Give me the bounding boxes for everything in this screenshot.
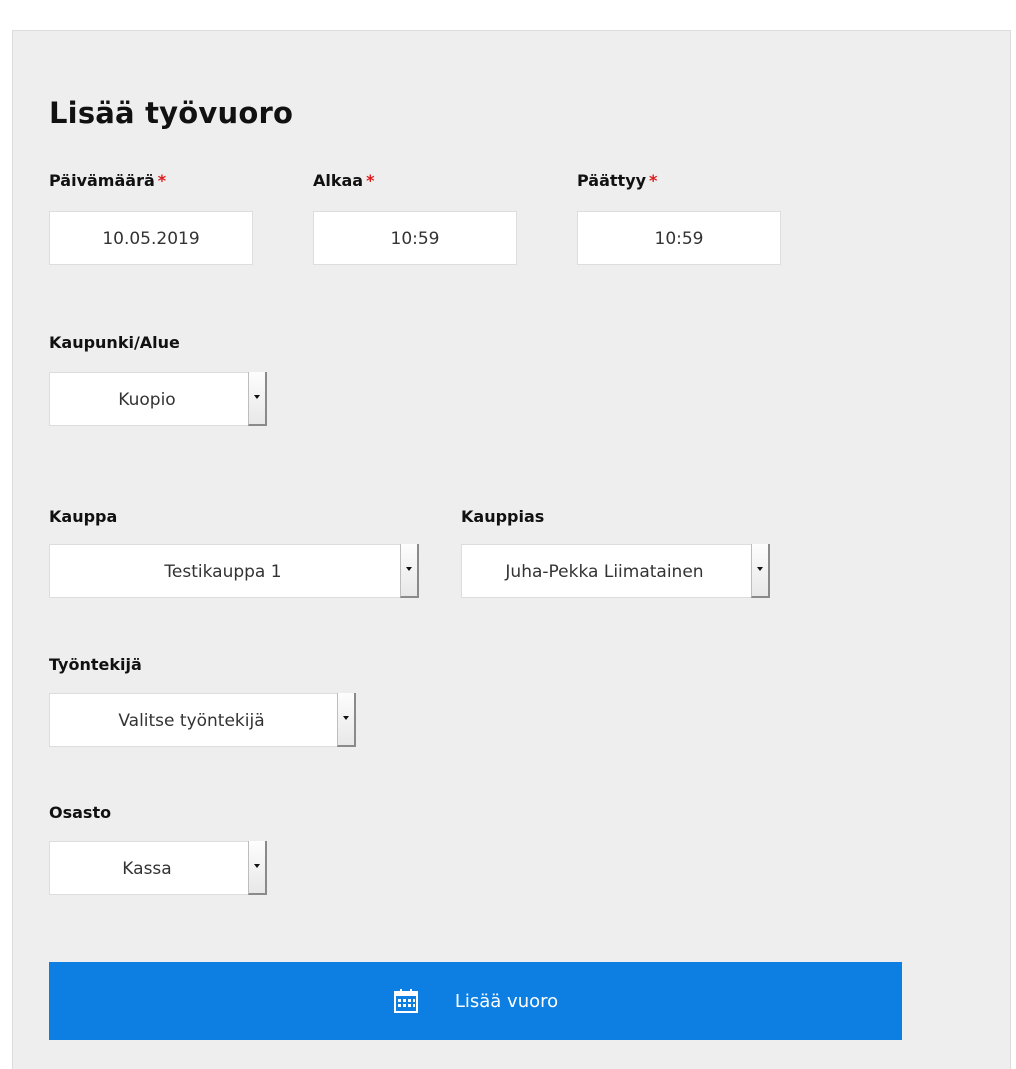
city-select-value: Kuopio	[118, 390, 176, 410]
chevron-down-icon	[406, 567, 412, 571]
form-title: Lisää työvuoro	[49, 96, 294, 130]
chevron-down-icon	[757, 567, 763, 571]
merchant-dropdown-button[interactable]	[751, 544, 770, 598]
end-time-label-text: Päättyy	[577, 171, 647, 190]
store-dropdown-button[interactable]	[400, 544, 419, 598]
required-marker: *	[366, 171, 375, 190]
required-marker: *	[157, 171, 167, 190]
city-select[interactable]: Kuopio	[49, 372, 267, 426]
employee-select-value: Valitse työntekijä	[118, 711, 265, 731]
chevron-down-icon	[254, 395, 260, 399]
end-time-input-value: 10:59	[654, 229, 704, 249]
end-time-input[interactable]: 10:59	[577, 211, 781, 265]
chevron-down-icon	[343, 716, 349, 720]
employee-select[interactable]: Valitse työntekijä	[49, 693, 356, 747]
chevron-down-icon	[254, 864, 260, 868]
start-time-input[interactable]: 10:59	[313, 211, 517, 265]
store-label: Kauppa	[49, 507, 118, 526]
city-dropdown-button[interactable]	[248, 372, 267, 426]
department-select[interactable]: Kassa	[49, 841, 267, 895]
department-label: Osasto	[49, 803, 112, 822]
add-shift-button-label: Lisää vuoro	[454, 990, 559, 1012]
start-time-label-text: Alkaa	[313, 171, 364, 190]
merchant-select-value: Juha-Pekka Liimatainen	[505, 562, 704, 582]
add-shift-button[interactable]: Lisää vuoro	[49, 962, 902, 1040]
end-time-label: Päättyy *	[577, 171, 657, 190]
start-time-input-value: 10:59	[390, 229, 440, 249]
date-input-value: 10.05.2019	[102, 229, 200, 249]
employee-label: Työntekijä	[49, 655, 142, 674]
department-select-value: Kassa	[122, 859, 172, 879]
department-dropdown-button[interactable]	[248, 841, 267, 895]
city-label: Kaupunki/Alue	[49, 333, 180, 352]
store-select[interactable]: Testikauppa 1	[49, 544, 419, 598]
employee-dropdown-button[interactable]	[337, 693, 356, 747]
date-label-text: Päivämäärä	[49, 171, 155, 190]
required-marker: *	[649, 171, 658, 190]
store-select-value: Testikauppa 1	[164, 562, 282, 582]
date-label: Päivämäärä *	[49, 171, 166, 190]
start-time-label: Alkaa *	[313, 171, 374, 190]
date-input[interactable]: 10.05.2019	[49, 211, 253, 265]
merchant-label: Kauppias	[461, 507, 545, 526]
merchant-select[interactable]: Juha-Pekka Liimatainen	[461, 544, 770, 598]
calendar-icon	[393, 989, 418, 1013]
